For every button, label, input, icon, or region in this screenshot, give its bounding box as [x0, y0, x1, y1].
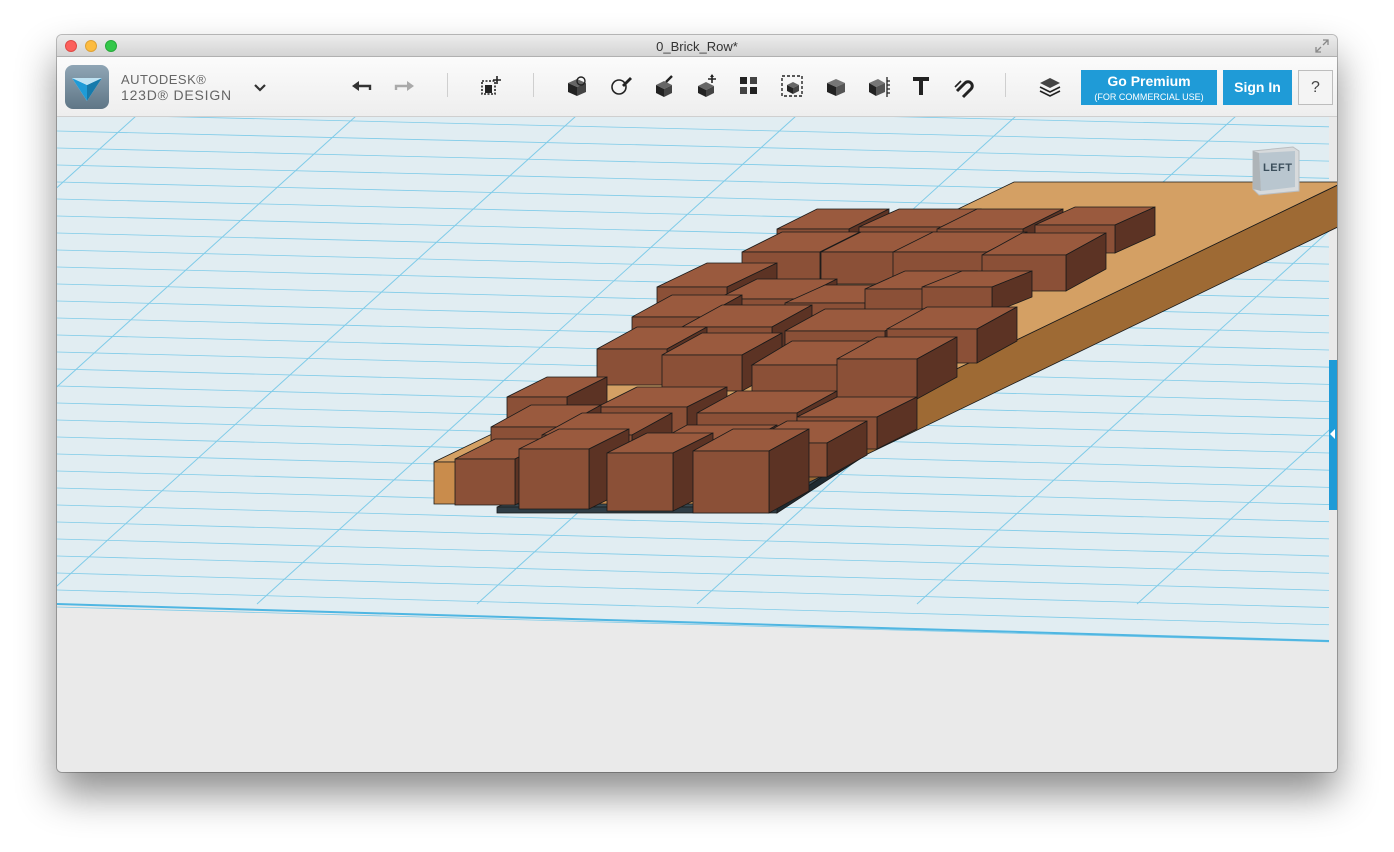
title-bar: 0_Brick_Row* — [57, 35, 1337, 57]
transform-button[interactable] — [476, 71, 506, 101]
premium-title: Go Premium — [1107, 73, 1191, 89]
logo-icon — [72, 78, 102, 101]
primitive-box-icon — [568, 76, 586, 96]
primitives-button[interactable] — [562, 71, 592, 101]
grouping-button[interactable] — [777, 71, 807, 101]
redo-button[interactable] — [389, 71, 419, 101]
brand-company: AUTODESK® — [121, 72, 207, 87]
pattern-button[interactable] — [734, 71, 764, 101]
go-premium-button[interactable]: Go Premium (FOR COMMERCIAL USE) — [1081, 70, 1217, 105]
3d-viewport[interactable]: LEFT — [57, 117, 1337, 772]
chevron-left-icon — [1330, 429, 1335, 439]
undo-arrow-icon — [352, 81, 372, 91]
move-cube-icon — [481, 76, 501, 95]
construct-button[interactable] — [649, 71, 679, 101]
measure-button[interactable] — [863, 71, 893, 101]
app-logo[interactable] — [65, 65, 109, 109]
scene-canvas[interactable] — [57, 117, 1337, 772]
app-menu-chevron-down-icon[interactable] — [253, 83, 267, 93]
group-icon — [781, 75, 803, 97]
sketch-pencil-icon — [611, 77, 632, 95]
materials-button[interactable] — [1035, 71, 1065, 101]
app-window: 0_Brick_Row* AUTODESK® 123D® DESIGN Go P… — [57, 35, 1337, 772]
help-button[interactable]: ? — [1298, 70, 1333, 105]
toolbar-separator — [1005, 73, 1006, 97]
text-button[interactable] — [906, 71, 936, 101]
construct-extrude-icon — [656, 75, 673, 97]
view-cube-label: LEFT — [1263, 162, 1293, 174]
modify-cube-icon — [698, 74, 716, 97]
brand-product: 123D® DESIGN — [121, 87, 232, 103]
toolbar-separator — [533, 73, 534, 97]
undo-button[interactable] — [347, 71, 377, 101]
combine-button[interactable] — [821, 71, 851, 101]
modify-button[interactable] — [692, 71, 722, 101]
fullscreen-icon[interactable] — [1315, 39, 1329, 53]
side-panel-tab[interactable] — [1329, 360, 1337, 510]
snap-button[interactable] — [949, 71, 979, 101]
main-toolbar: AUTODESK® 123D® DESIGN Go Premium (FOR C… — [57, 57, 1337, 117]
sketch-button[interactable] — [606, 71, 636, 101]
combine-solid-icon — [827, 79, 845, 96]
redo-arrow-icon — [394, 81, 414, 91]
snap-magnet-icon — [954, 80, 974, 99]
measure-ruler-icon — [869, 77, 890, 97]
premium-subtitle: (FOR COMMERCIAL USE) — [1094, 92, 1204, 102]
text-t-icon — [913, 77, 929, 95]
pattern-grid-icon — [740, 77, 757, 94]
brick[interactable] — [692, 428, 810, 514]
layers-stack-icon — [1039, 78, 1061, 97]
window-title: 0_Brick_Row* — [656, 39, 738, 54]
toolbar-separator — [447, 73, 448, 97]
view-cube[interactable]: LEFT — [1249, 143, 1303, 197]
sign-in-button[interactable]: Sign In — [1223, 70, 1292, 105]
